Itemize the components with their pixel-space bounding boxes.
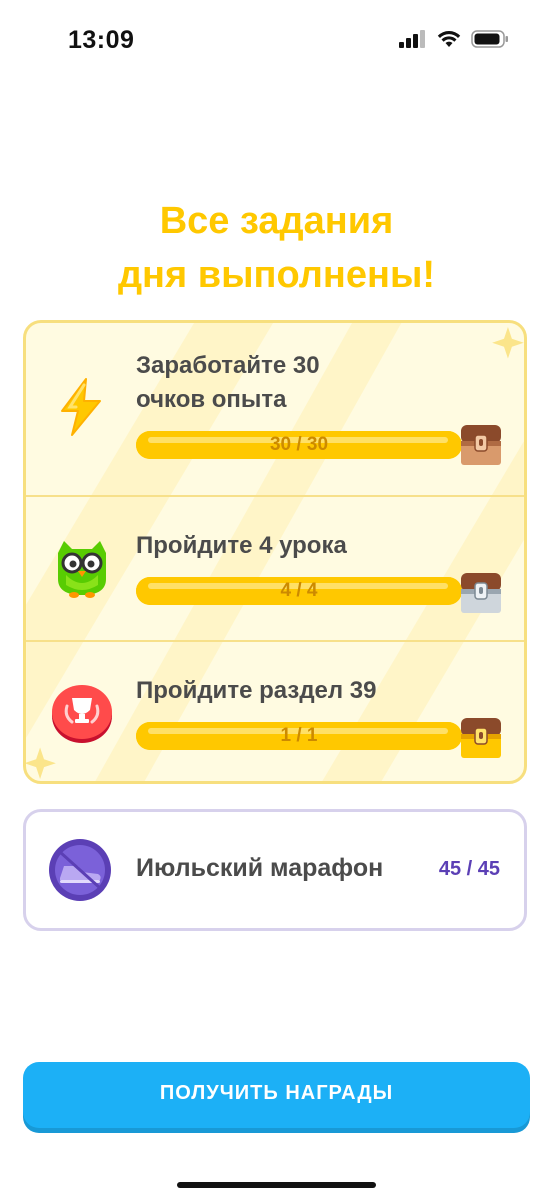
cellular-signal-icon — [399, 30, 425, 48]
status-icons — [399, 30, 509, 48]
battery-icon — [471, 30, 508, 48]
status-time: 13:09 — [68, 26, 135, 54]
quest-progress-text: 4 / 4 — [280, 580, 318, 601]
quest-row-xp: Заработайте 30 очков опыта 30 / 30 — [26, 323, 524, 468]
trophy-badge-icon — [52, 685, 112, 743]
quest-title: Пройдите 4 урока — [136, 529, 347, 563]
page-title: Все задания дня выполнены! — [0, 194, 553, 302]
home-indicator[interactable] — [177, 1182, 376, 1188]
wifi-icon — [437, 31, 461, 47]
quest-title-line-1: Заработайте 30 — [136, 352, 320, 379]
daily-quests-card: Заработайте 30 очков опыта 30 / 30 Пройд… — [23, 320, 527, 784]
quest-title-line-2: очков опыта — [136, 386, 287, 413]
quest-progress-bar: 30 / 30 — [136, 431, 462, 459]
monthly-challenge-title: Июльский марафон — [136, 854, 384, 882]
owl-icon — [58, 541, 106, 598]
gold-chest-icon — [461, 718, 501, 758]
quest-progress-text: 1 / 1 — [280, 725, 318, 746]
title-line-2: дня выполнены! — [117, 254, 436, 296]
sneaker-badge-icon — [49, 839, 111, 901]
claim-rewards-button[interactable]: ПОЛУЧИТЬ НАГРАДЫ — [23, 1062, 530, 1128]
quest-title: Пройдите раздел 39 — [136, 674, 377, 708]
bronze-chest-icon — [461, 425, 501, 465]
monthly-challenge-card[interactable]: Июльский марафон 45 / 45 — [23, 809, 527, 931]
quest-progress-bar: 4 / 4 — [136, 577, 462, 605]
status-bar: 13:09 — [0, 0, 553, 80]
quest-progress-text: 30 / 30 — [269, 434, 329, 455]
quest-progress-bar: 1 / 1 — [136, 722, 462, 750]
quest-row-unit: Пройдите раздел 39 1 / 1 — [26, 640, 524, 781]
quest-title-line-1: Пройдите раздел 39 — [136, 677, 377, 704]
title-line-1: Все задания — [159, 200, 394, 242]
quest-title-line-1: Пройдите 4 урока — [136, 532, 347, 559]
quest-title: Заработайте 30 очков опыта — [136, 349, 320, 417]
monthly-challenge-count: 45 / 45 — [438, 858, 500, 880]
lightning-icon — [61, 378, 101, 436]
quest-row-lessons: Пройдите 4 урока 4 / 4 — [26, 495, 524, 642]
silver-chest-icon — [461, 573, 501, 613]
